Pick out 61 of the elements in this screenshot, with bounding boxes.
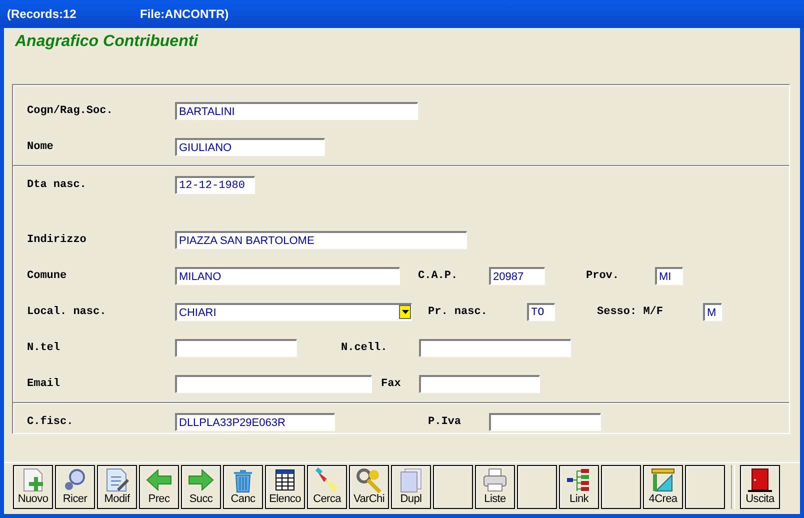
left-arrow-icon xyxy=(145,467,173,493)
field-label: C.A.P. xyxy=(418,270,459,282)
field-label: Dta nasc. xyxy=(27,179,88,191)
window-title: (Records:12 xyxy=(7,7,78,21)
toolbar-button[interactable] xyxy=(685,465,725,509)
field-label: Sesso: M/F xyxy=(597,306,664,318)
field-label: Local. nasc. xyxy=(27,306,108,318)
caret-icon xyxy=(402,310,408,314)
field-label: Indirizzo xyxy=(27,234,88,246)
toolbar-button[interactable]: Liste xyxy=(475,465,515,509)
right-arrow-icon xyxy=(187,467,215,493)
input-field[interactable]: BARTALINI xyxy=(175,102,418,120)
field-label: Comune xyxy=(27,270,68,282)
field-label: Nome xyxy=(27,141,54,153)
input-field[interactable]: PIAZZA SAN BARTOLOME xyxy=(175,231,467,249)
field-label: Fax xyxy=(381,378,402,390)
combo-box[interactable]: CHIARI xyxy=(175,303,412,321)
toolbar-button[interactable] xyxy=(601,465,641,509)
field-label: Pr. nasc. xyxy=(428,306,488,318)
toolbar-button[interactable]: Canc xyxy=(223,465,263,509)
dropdown-button[interactable] xyxy=(399,305,411,319)
toolbar-button[interactable]: Link xyxy=(559,465,599,509)
window-title: File:ANCONTR) xyxy=(140,7,229,21)
toolbar-button[interactable]: Uscita xyxy=(740,465,780,509)
input-field[interactable]: 12-12-1980 xyxy=(175,176,255,194)
input-field[interactable] xyxy=(419,375,540,393)
flashlight-icon xyxy=(313,467,341,493)
input-field[interactable]: M xyxy=(703,303,722,321)
field-label: C.fisc. xyxy=(27,416,74,428)
field-label: Cogn/Rag.Soc. xyxy=(27,105,114,117)
toolbar-button[interactable]: Ricer xyxy=(55,465,95,509)
input-field[interactable] xyxy=(489,413,601,431)
toolbar-button[interactable]: Prec xyxy=(139,465,179,509)
toolbar-button[interactable]: Nuovo xyxy=(13,465,53,509)
toolbar-button[interactable]: VarChi xyxy=(349,465,389,509)
toolbar-button[interactable]: Dupl xyxy=(391,465,431,509)
input-field[interactable] xyxy=(175,375,372,393)
input-field[interactable]: TO xyxy=(527,303,555,321)
field-label: N.cell. xyxy=(341,342,388,354)
toolbar-button[interactable] xyxy=(433,465,473,509)
input-field[interactable]: MILANO xyxy=(175,267,400,285)
input-field[interactable] xyxy=(419,339,571,357)
toolbar-button[interactable]: Modif xyxy=(97,465,137,509)
field-label: Prov. xyxy=(586,270,620,282)
form-title: Anagrafico Contribuenti xyxy=(15,33,198,51)
input-field[interactable]: DLLPLA33P29E063R xyxy=(175,413,335,431)
input-field[interactable] xyxy=(175,339,297,357)
input-field[interactable]: GIULIANO xyxy=(175,138,325,156)
door-icon xyxy=(746,467,774,493)
toolbar-button[interactable]: 4Crea xyxy=(643,465,683,509)
field-label: P.Iva xyxy=(428,416,462,428)
field-label: Email xyxy=(27,378,62,390)
input-field[interactable]: MI xyxy=(655,267,683,285)
toolbar-button[interactable]: Succ xyxy=(181,465,221,509)
input-field[interactable]: 20987 xyxy=(489,267,545,285)
toolbar-button[interactable] xyxy=(517,465,557,509)
printer-icon xyxy=(481,467,509,493)
toolbar-button[interactable]: Cerca xyxy=(307,465,347,509)
toolbar-button[interactable]: Elenco xyxy=(265,465,305,509)
ruler-triangle-icon xyxy=(649,467,677,493)
field-label: N.tel xyxy=(27,342,62,354)
